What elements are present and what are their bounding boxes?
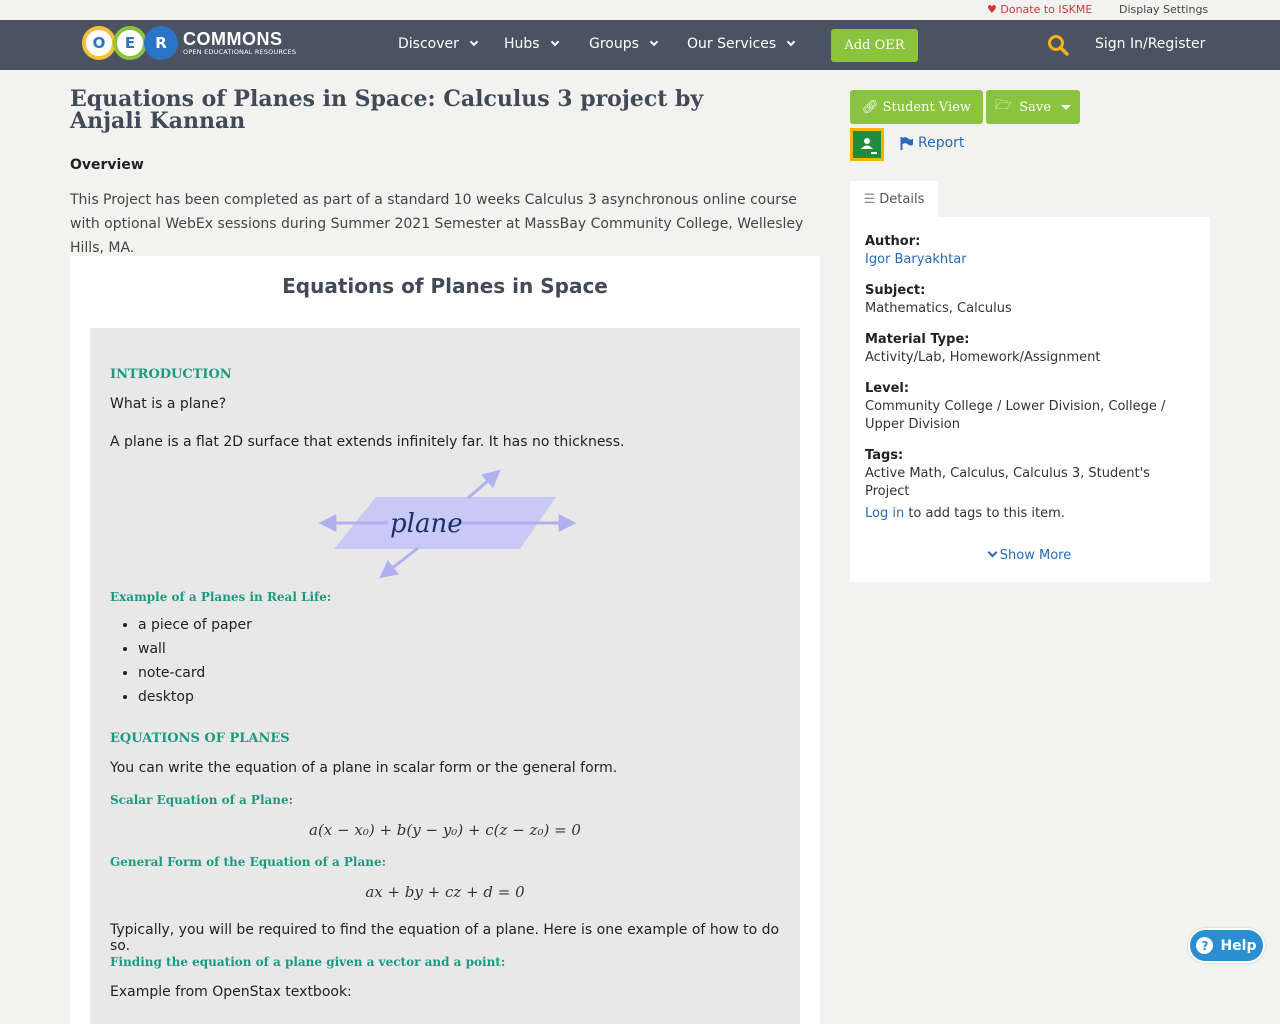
donate-label: Donate to ISKME bbox=[1000, 3, 1093, 16]
tags-value: Active Math, Calculus, Calculus 3, Stude… bbox=[865, 466, 1150, 499]
oer-commons-logo[interactable]: O E R COMMONS OPEN EDUCATIONAL RESOURCES bbox=[82, 26, 296, 60]
author-link[interactable]: Igor Baryakhtar bbox=[865, 251, 1195, 269]
logo-letter-o: O bbox=[82, 26, 116, 60]
logo-letter-e: E bbox=[113, 26, 147, 60]
list-item: desktop bbox=[138, 689, 252, 713]
author-label: Author: bbox=[865, 234, 921, 249]
overview-text: This Project has been completed as part … bbox=[70, 192, 804, 256]
examples-list: a piece of paper wall note-card desktop bbox=[138, 617, 252, 713]
equations-heading: EQUATIONS OF PLANES bbox=[110, 731, 290, 746]
heart-icon: ♥ bbox=[987, 3, 997, 16]
flag-icon bbox=[900, 136, 913, 150]
student-view-label: Student View bbox=[882, 99, 971, 115]
subject-label: Subject: bbox=[865, 283, 926, 298]
nav-groups[interactable]: Groups bbox=[589, 36, 659, 52]
logo-name: COMMONS bbox=[183, 29, 283, 49]
sign-in-register-link[interactable]: Sign In/Register bbox=[1095, 36, 1205, 52]
list-item: note-card bbox=[138, 665, 252, 689]
save-label: Save bbox=[1019, 99, 1051, 115]
chevron-down-icon bbox=[550, 37, 559, 47]
scalar-equation: a(x − x₀) + b(y − y₀) + c(z − z₀) = 0 bbox=[309, 821, 581, 839]
finding-heading: Finding the equation of a plane given a … bbox=[110, 955, 506, 969]
content-title: Equations of Planes in Space bbox=[282, 274, 608, 298]
show-more-label: Show More bbox=[999, 548, 1072, 563]
search-icon[interactable] bbox=[1047, 34, 1069, 56]
plane-illustration: plane bbox=[318, 469, 577, 579]
tab-details-label: Details bbox=[879, 192, 925, 207]
equations-intro: You can write the equation of a plane in… bbox=[110, 760, 618, 776]
help-button[interactable]: ? Help bbox=[1188, 928, 1265, 963]
donate-link[interactable]: ♥ Donate to ISKME bbox=[987, 3, 1092, 16]
nav-our-services-label: Our Services bbox=[687, 36, 777, 52]
show-more-button[interactable]: Show More bbox=[850, 547, 1210, 563]
nav-our-services[interactable]: Our Services bbox=[687, 36, 796, 52]
general-heading: General Form of the Equation of a Plane: bbox=[110, 855, 387, 869]
tab-details[interactable]: ☰ Details bbox=[850, 181, 938, 218]
plane-label: plane bbox=[390, 509, 463, 539]
folder-open-icon: 🗁 bbox=[995, 98, 1012, 113]
student-view-button[interactable]: 🔗︎ Student View bbox=[850, 90, 983, 124]
nav-hubs-label: Hubs bbox=[504, 36, 540, 52]
add-oer-button[interactable]: Add OER bbox=[831, 29, 918, 62]
nav-groups-label: Groups bbox=[589, 36, 639, 52]
classroom-icon bbox=[861, 138, 877, 154]
question-icon: ? bbox=[1196, 937, 1214, 954]
report-link[interactable]: Report bbox=[900, 135, 964, 151]
level-value: Community College / Lower Division, Coll… bbox=[865, 399, 1166, 432]
material-type-value: Activity/Lab, Homework/Assignment bbox=[865, 350, 1101, 365]
link-icon: 🔗︎ bbox=[862, 99, 879, 115]
chevron-down-icon bbox=[469, 37, 479, 47]
list-item: a piece of paper bbox=[138, 617, 252, 641]
examples-heading: Example of a Planes in Real Life: bbox=[110, 590, 332, 604]
chevron-down-icon bbox=[987, 547, 998, 558]
nav-discover-label: Discover bbox=[398, 36, 459, 52]
log-in-link[interactable]: Log in bbox=[865, 506, 904, 521]
list-item: wall bbox=[138, 641, 252, 665]
google-classroom-share-button[interactable] bbox=[850, 128, 884, 161]
chevron-down-icon bbox=[649, 37, 659, 47]
chevron-down-icon bbox=[786, 37, 796, 47]
plane-definition: A plane is a flat 2D surface that extend… bbox=[110, 434, 625, 450]
intro-heading: INTRODUCTION bbox=[110, 367, 232, 382]
typically-text: Typically, you will be required to find … bbox=[110, 922, 780, 954]
details-panel: Author: Igor Baryakhtar Subject: Mathema… bbox=[850, 217, 1210, 582]
main-navbar: O E R COMMONS OPEN EDUCATIONAL RESOURCES… bbox=[0, 20, 1280, 70]
report-label: Report bbox=[918, 135, 965, 151]
help-label: Help bbox=[1220, 937, 1257, 954]
overview-heading: Overview bbox=[70, 157, 144, 173]
logo-wordmark: COMMONS OPEN EDUCATIONAL RESOURCES bbox=[183, 30, 296, 56]
tags-label: Tags: bbox=[865, 448, 904, 463]
display-settings-link[interactable]: Display Settings bbox=[1119, 3, 1208, 16]
login-rest-text: to add tags to this item. bbox=[904, 506, 1065, 521]
list-icon: ☰ bbox=[863, 192, 876, 207]
general-equation: ax + by + cz + d = 0 bbox=[365, 883, 525, 901]
logo-tagline: OPEN EDUCATIONAL RESOURCES bbox=[183, 48, 297, 56]
page-title: Equations of Planes in Space: Calculus 3… bbox=[70, 86, 704, 134]
login-to-tag: Log in to add tags to this item. bbox=[865, 505, 1195, 523]
example-from-text: Example from OpenStax textbook: bbox=[110, 984, 352, 1000]
material-type-label: Material Type: bbox=[865, 332, 970, 347]
what-is-plane: What is a plane? bbox=[110, 396, 227, 412]
content-body: INTRODUCTION What is a plane? A plane is… bbox=[90, 328, 800, 1024]
save-button[interactable]: 🗁 Save bbox=[986, 90, 1080, 124]
resource-content: Equations of Planes in Space INTRODUCTIO… bbox=[70, 256, 820, 1024]
logo-letter-r: R bbox=[144, 26, 178, 60]
subject-value: Mathematics, Calculus bbox=[865, 301, 1012, 316]
caret-down-icon bbox=[1060, 104, 1071, 110]
nav-hubs[interactable]: Hubs bbox=[504, 36, 559, 52]
scalar-heading: Scalar Equation of a Plane: bbox=[110, 793, 294, 807]
nav-discover[interactable]: Discover bbox=[398, 36, 479, 52]
level-label: Level: bbox=[865, 381, 910, 396]
utility-bar: ♥ Donate to ISKME Display Settings bbox=[0, 0, 1280, 20]
